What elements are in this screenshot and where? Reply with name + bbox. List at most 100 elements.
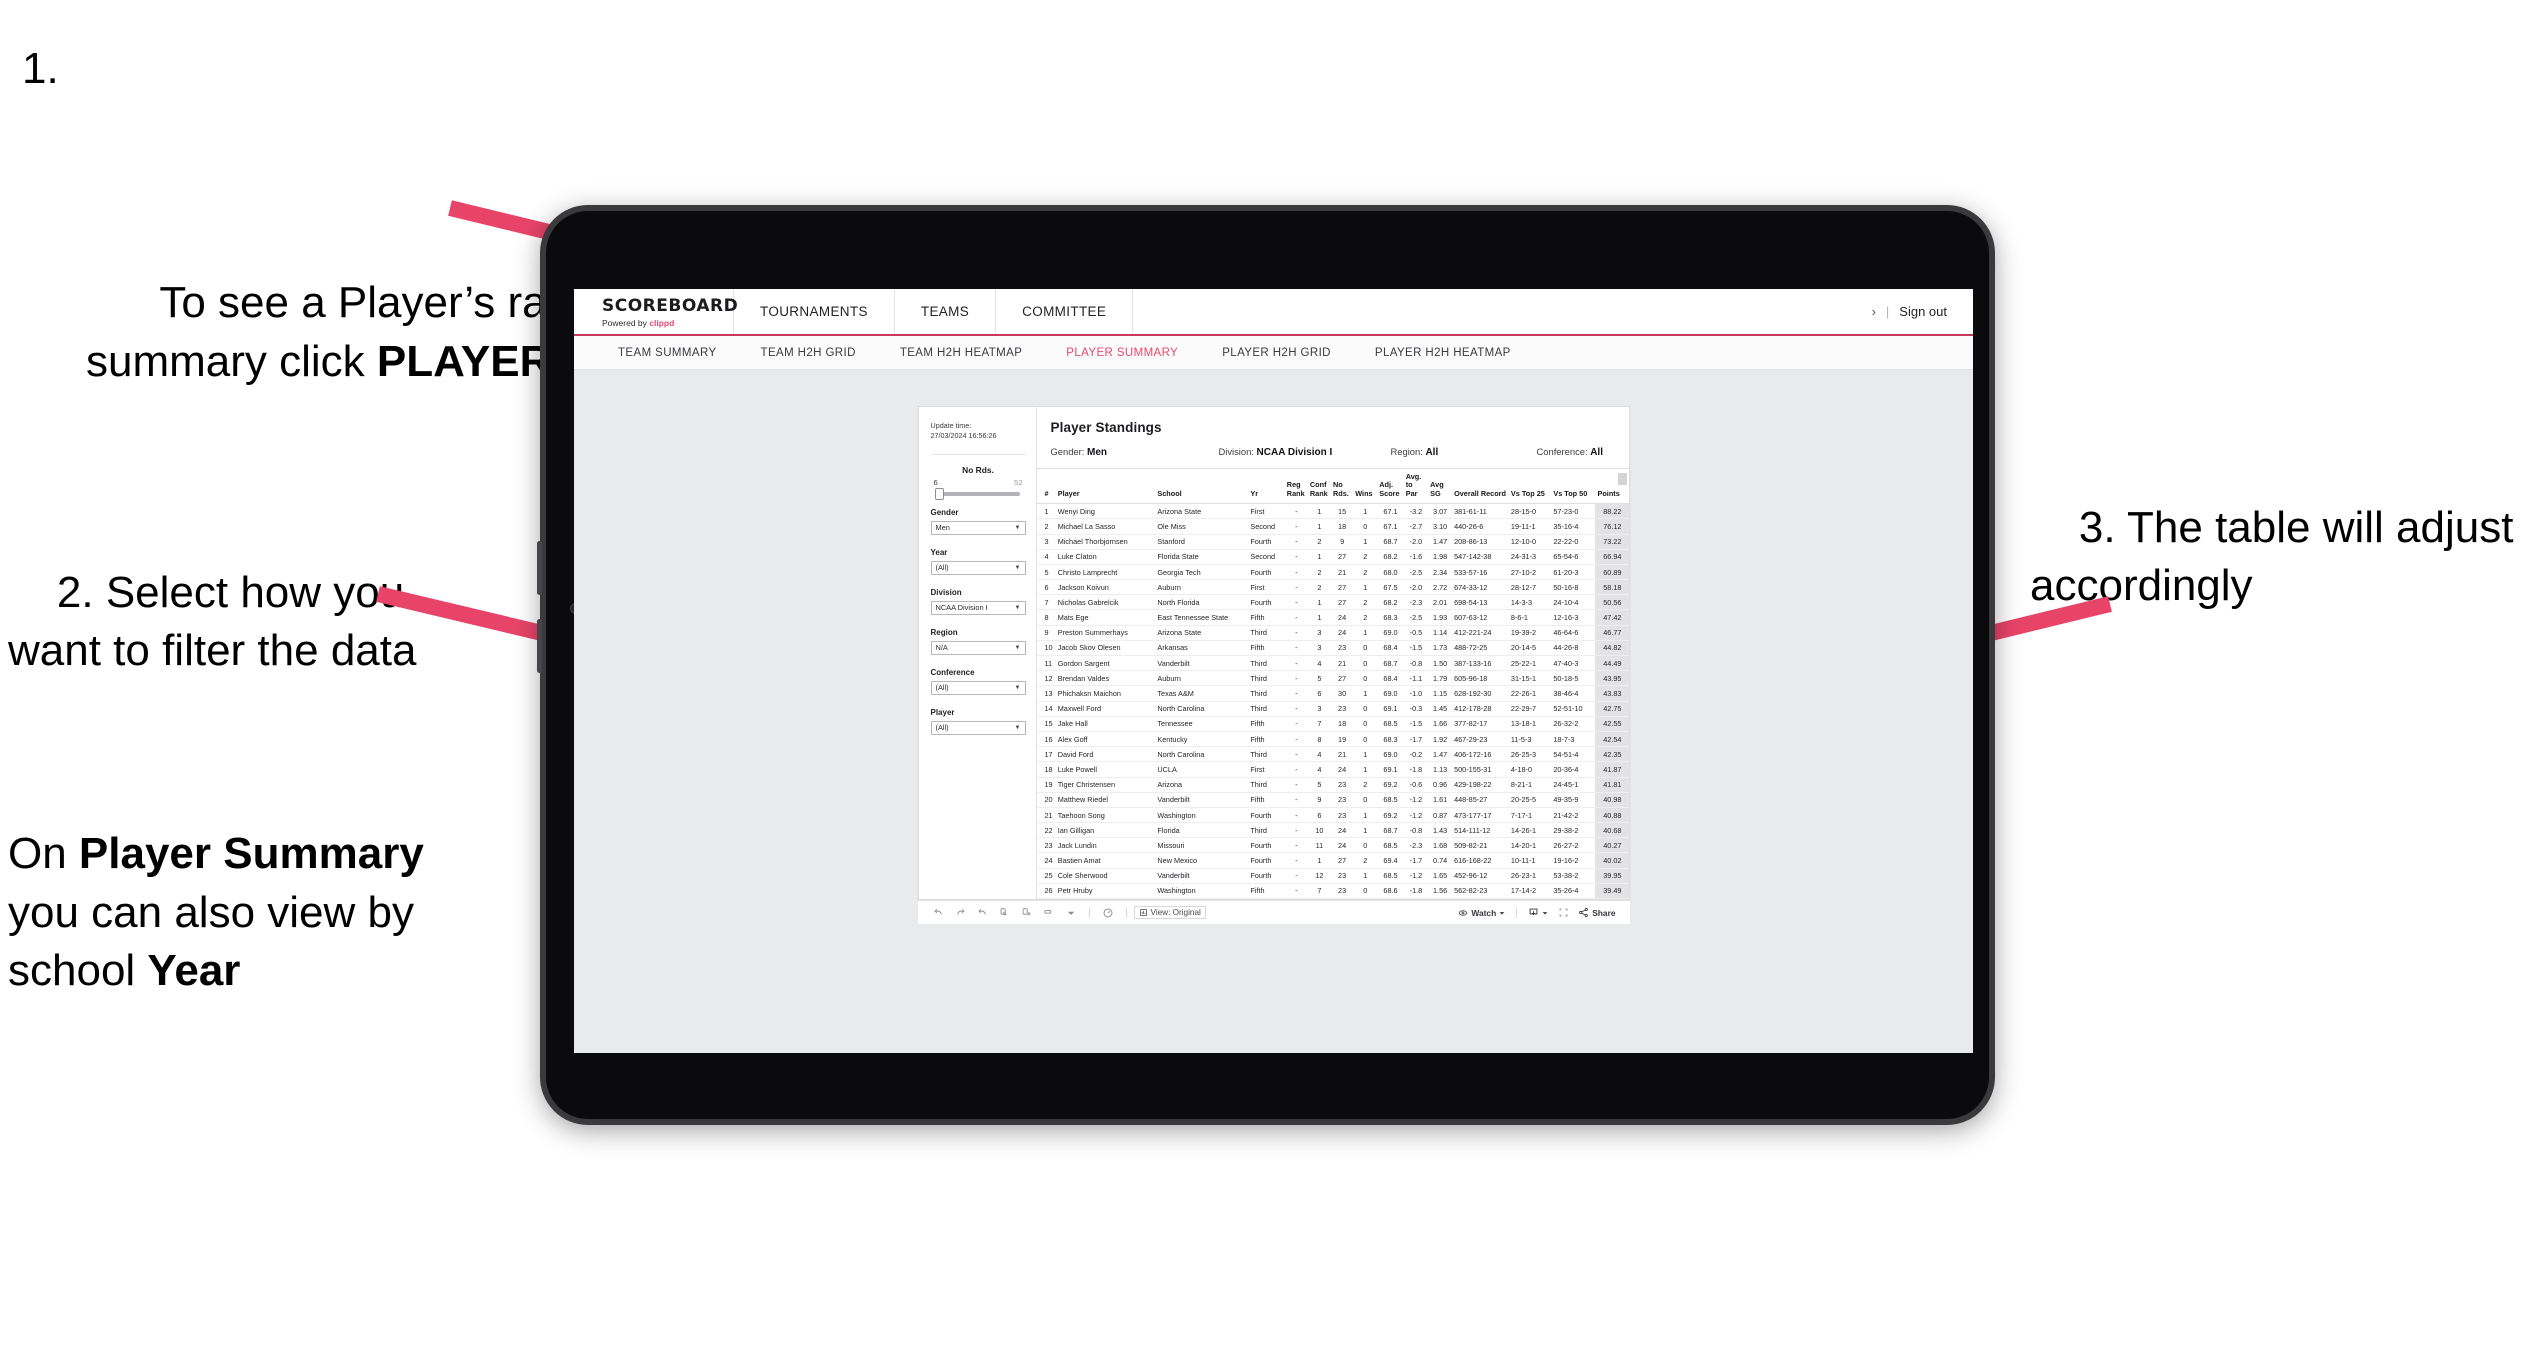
table-row[interactable]: 13 Phichaksn Maichon Texas A&M Third -6 30 1 69… bbox=[1036, 685, 1629, 702]
filter-gender-select[interactable]: Men ▼ bbox=[930, 520, 1026, 535]
table-row[interactable]: 14 Maxwell Ford North Carolina Third -3 23 0 69… bbox=[1036, 701, 1629, 717]
redo-icon[interactable] bbox=[950, 902, 972, 924]
chevron-down-icon[interactable] bbox=[1060, 902, 1082, 924]
col-rank[interactable]: # bbox=[1036, 467, 1056, 505]
table-row[interactable]: 20 Matthew Riedel Vanderbilt Fifth -9 23 0 68.5… bbox=[1036, 792, 1629, 808]
table-row[interactable]: 16 Alex Goff Kentucky Fifth -8 19 0 68.3 -1.7 1.9… bbox=[1036, 731, 1629, 748]
col-adj-score[interactable]: Adj. Score bbox=[1377, 467, 1404, 505]
cell-vs-top-50: 29-38-2 bbox=[1551, 822, 1596, 839]
cell-wins: 0 bbox=[1353, 792, 1378, 808]
cell-no-rds: 21 bbox=[1330, 655, 1354, 672]
cell-avg-to-par: -0.8 bbox=[1403, 655, 1429, 672]
watch-button[interactable]: Watch bbox=[1454, 908, 1509, 918]
table-row[interactable]: 2 Michael La Sasso Ole Miss Second -1 18 0 67.1… bbox=[1036, 518, 1629, 535]
brand-logo[interactable]: SCOREBOARD Powered by clippd bbox=[574, 289, 738, 334]
filter-player-select[interactable]: (All) ▼ bbox=[930, 720, 1026, 735]
sign-out-link[interactable]: Sign out bbox=[1899, 304, 1947, 319]
table-row[interactable]: 21 Taehoon Song Washington Fourth -6 23 1 69.2-… bbox=[1036, 807, 1629, 824]
col-conf-rank[interactable]: Conf Rank bbox=[1307, 467, 1331, 505]
pace-icon[interactable] bbox=[1097, 902, 1119, 924]
filter-year-select[interactable]: (All) ▼ bbox=[930, 560, 1026, 575]
nav-tournaments[interactable]: TOURNAMENTS bbox=[734, 289, 895, 334]
tab-player-summary[interactable]: PLAYER SUMMARY bbox=[1044, 347, 1200, 359]
cell-vs-top-50: 61-20-3 bbox=[1551, 564, 1596, 581]
cell-conf-rank: 3 bbox=[1307, 625, 1331, 641]
cell-conf-rank: 6 bbox=[1307, 685, 1331, 702]
tab-player-h2h-heatmap[interactable]: PLAYER H2H HEATMAP bbox=[1353, 347, 1533, 359]
table-row[interactable]: 7 Nicholas Gabrelcik North Florida Fourth -1… bbox=[1036, 594, 1629, 611]
cell-adj-score: 67.1 bbox=[1377, 503, 1404, 520]
table-row[interactable]: 9 Preston Summerhays Arizona State Third -3 2… bbox=[1036, 625, 1629, 641]
undo-icon[interactable] bbox=[928, 902, 950, 924]
cell-conf-rank: 2 bbox=[1307, 579, 1331, 596]
col-reg-rank[interactable]: Reg Rank bbox=[1284, 467, 1308, 505]
table-row[interactable]: 17 David Ford North Carolina Third -4 21 1 69.0… bbox=[1036, 746, 1629, 763]
nav-teams[interactable]: TEAMS bbox=[895, 289, 997, 334]
col-no-rds[interactable]: No Rds. bbox=[1330, 467, 1354, 505]
filter-sidebar: Update time: 27/03/2024 16:56:26 No Rds.… bbox=[918, 407, 1037, 900]
tab-team-summary[interactable]: TEAM SUMMARY bbox=[596, 347, 739, 359]
table-row[interactable]: 25 Cole Sherwood Vanderbilt Fourth -12 23 1 68.… bbox=[1036, 868, 1629, 884]
table-row[interactable]: 8 Mats Ege East Tennessee State Fifth -1 24 2 6… bbox=[1036, 609, 1629, 626]
cell-player: Taehoon Song bbox=[1055, 807, 1156, 824]
col-overall-record[interactable]: Overall Record bbox=[1452, 467, 1509, 505]
tab-team-h2h-grid[interactable]: TEAM H2H GRID bbox=[739, 347, 878, 359]
cell-yr: Fourth bbox=[1248, 868, 1285, 884]
cell-vs-top-50: 20-36-4 bbox=[1551, 761, 1596, 778]
slider-thumb[interactable] bbox=[934, 487, 944, 500]
table-row[interactable]: 1 Wenyi Ding Arizona State First -1 15 1 67.1 -3… bbox=[1036, 503, 1629, 520]
tab-team-h2h-heatmap[interactable]: TEAM H2H HEATMAP bbox=[878, 347, 1044, 359]
table-row[interactable]: 26 Petr Hruby Washington Fifth -7 23 0 68.6 -1.8… bbox=[1036, 883, 1629, 900]
tab-player-h2h-grid[interactable]: PLAYER H2H GRID bbox=[1200, 347, 1353, 359]
col-player[interactable]: Player bbox=[1055, 467, 1156, 505]
table-row[interactable]: 11 Gordon Sargent Vanderbilt Third -4 21 0 68.7… bbox=[1036, 655, 1629, 672]
table-row[interactable]: 10 Jacob Skov Olesen Arkansas Fifth -3 23 0 68.… bbox=[1036, 640, 1629, 657]
table-row[interactable]: 6 Jackson Koivun Auburn First -2 27 1 67.5 -2.0 2… bbox=[1036, 579, 1629, 596]
cell-points: 58.18 bbox=[1595, 579, 1629, 596]
table-row[interactable]: 22 Ian Gilligan Florida Third -10 24 1 68.7 -0.8… bbox=[1036, 822, 1629, 839]
filter-conference-select[interactable]: (All) ▼ bbox=[930, 680, 1026, 695]
col-vs-top-50[interactable]: Vs Top 50 bbox=[1551, 467, 1596, 505]
table-row[interactable]: 23 Jack Lundin Missouri Fourth -11 24 0 68.5 -2.… bbox=[1036, 837, 1629, 854]
col-vs-top-25[interactable]: Vs Top 25 bbox=[1508, 467, 1552, 505]
cell-avg-sg: 1.66 bbox=[1428, 716, 1453, 732]
share-button[interactable]: Share bbox=[1574, 907, 1619, 918]
view-selector[interactable]: View: Original bbox=[1133, 906, 1206, 920]
col-yr[interactable]: Yr bbox=[1248, 467, 1285, 505]
cell-avg-sg: 1.79 bbox=[1428, 670, 1453, 687]
fullscreen-icon[interactable] bbox=[1552, 902, 1574, 924]
cell-avg-to-par: -1.2 bbox=[1403, 868, 1429, 884]
table-row[interactable]: 19 Tiger Christensen Arizona Third -5 23 2 69.2… bbox=[1036, 777, 1629, 793]
table-row[interactable]: 18 Luke Powell UCLA First -4 24 1 69.1 -1.8 1.13 5… bbox=[1036, 761, 1629, 778]
cell-reg-rank: - bbox=[1284, 503, 1308, 520]
cell-vs-top-25: 20-25-5 bbox=[1508, 792, 1552, 808]
col-avg-to-par[interactable]: Avg. to Par bbox=[1403, 467, 1429, 505]
cell-wins: 2 bbox=[1353, 609, 1378, 626]
table-row[interactable]: 15 Jake Hall Tennessee Fifth -7 18 0 68.5 -1.5 1.… bbox=[1036, 716, 1629, 732]
pause-icon[interactable] bbox=[1016, 902, 1038, 924]
cell-player: Michael La Sasso bbox=[1055, 518, 1156, 535]
table-row[interactable]: 5 Christo Lamprecht Georgia Tech Fourth -2 21… bbox=[1036, 564, 1629, 581]
cell-avg-to-par: -0.8 bbox=[1403, 822, 1429, 839]
table-row[interactable]: 4 Luke Claton Florida State Second -1 27 2 68.2… bbox=[1036, 549, 1629, 565]
col-wins[interactable]: Wins bbox=[1353, 467, 1378, 505]
no-rounds-slider[interactable]: No Rds. 6 52 bbox=[931, 465, 1026, 500]
highlight-icon[interactable] bbox=[1038, 902, 1060, 924]
download-button[interactable] bbox=[1524, 907, 1552, 918]
revert-icon[interactable] bbox=[972, 902, 994, 924]
table-row[interactable]: 12 Brendan Valdes Auburn Third -5 27 0 68.4 -1.1… bbox=[1036, 670, 1629, 687]
nav-committee[interactable]: COMMITTEE bbox=[996, 289, 1134, 334]
table-row[interactable]: 3 Michael Thorbjornsen Stanford Fourth -2 9 1 6… bbox=[1036, 534, 1629, 550]
cell-avg-sg: 1.47 bbox=[1428, 534, 1453, 550]
col-avg-sg[interactable]: Avg SG bbox=[1428, 467, 1453, 505]
filter-division-select[interactable]: NCAA Division I ▼ bbox=[930, 600, 1026, 615]
cell-avg-sg: 1.56 bbox=[1428, 883, 1453, 900]
table-scrollbar-thumb[interactable] bbox=[1617, 473, 1627, 485]
table-row[interactable]: 24 Bastien Amat New Mexico Fourth -1 27 2 69.4-… bbox=[1036, 852, 1629, 869]
filter-region-select[interactable]: N/A ▼ bbox=[930, 640, 1026, 655]
col-school[interactable]: School bbox=[1155, 467, 1249, 505]
refresh-icon[interactable] bbox=[994, 902, 1016, 924]
filter-year-value: (All) bbox=[935, 563, 949, 573]
slider-track[interactable] bbox=[934, 487, 1020, 500]
chevron-right-icon[interactable]: › bbox=[1872, 304, 1876, 319]
